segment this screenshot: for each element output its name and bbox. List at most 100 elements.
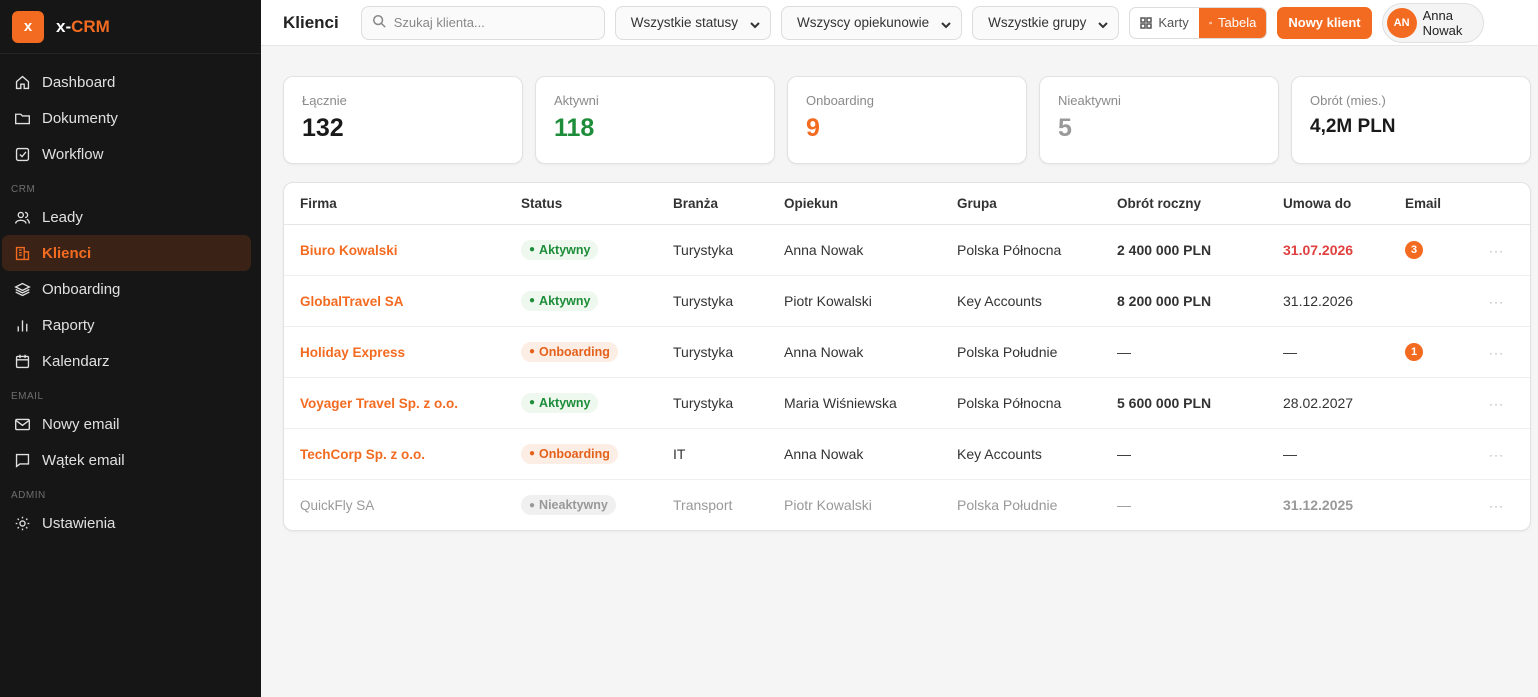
status-filter-value: Wszystkie statusy (630, 15, 739, 30)
sidebar-item-onboarding[interactable]: Onboarding (2, 271, 251, 307)
cell-obrot: — (1101, 428, 1267, 480)
firm-link[interactable]: Biuro Kowalski (300, 243, 398, 258)
more-actions-icon[interactable]: ··· (1489, 397, 1504, 411)
status-label: Nieaktywny (539, 498, 608, 512)
cell-actions: ··· (1473, 326, 1530, 378)
building-icon (12, 243, 32, 263)
more-actions-icon[interactable]: ··· (1489, 499, 1504, 513)
cell-umowa: — (1267, 428, 1389, 480)
cell-branza: Transport (673, 496, 733, 513)
firm-link[interactable]: QuickFly SA (300, 498, 374, 513)
cell-umowa: 28.02.2027 (1267, 377, 1389, 429)
table-row[interactable]: Biuro Kowalski ● Aktywny Turystyka Anna N… (284, 224, 1530, 276)
table-row[interactable]: TechCorp Sp. z o.o. ● Onboarding IT Anna … (284, 428, 1530, 480)
calendar-icon (12, 351, 32, 371)
status-label: Onboarding (539, 344, 610, 359)
sidebar-item-label: Nowy email (42, 415, 120, 433)
stat-value: 132 (302, 114, 344, 142)
stat-value: 5 (1058, 114, 1072, 142)
cell-actions: ··· (1473, 224, 1530, 276)
status-filter-select[interactable]: Wszystkie statusy (614, 5, 772, 40)
sidebar-item-klienci[interactable]: Klienci (2, 235, 251, 271)
view-table-label: Tabela (1218, 15, 1257, 30)
status-badge: ● Onboarding (521, 443, 618, 464)
sidebar-item-watek-email[interactable]: Wątek email (2, 442, 251, 478)
checkbox-icon (12, 144, 32, 164)
search-input[interactable] (393, 15, 594, 30)
cell-email (1389, 377, 1473, 429)
brand-name: x-CRM (56, 17, 110, 37)
column-header-opiekun[interactable]: Opiekun (768, 183, 941, 225)
table-header-row: Firma Status Branża Opiekun Grupa Obrót … (284, 183, 1530, 225)
owner-filter-select[interactable]: Wszyscy opiekunowie (781, 5, 963, 40)
view-table-button[interactable]: Tabela (1198, 7, 1267, 38)
column-header-grupa[interactable]: Grupa (941, 183, 1101, 225)
more-actions-icon[interactable]: ··· (1489, 244, 1504, 258)
sidebar-item-workflow[interactable]: Workflow (2, 136, 251, 172)
page-title: Klienci (283, 12, 339, 32)
sidebar-item-ustawienia[interactable]: Ustawienia (2, 505, 251, 541)
column-header-email[interactable]: Email (1389, 183, 1473, 225)
search-icon (372, 14, 386, 31)
column-header-status[interactable]: Status (505, 183, 657, 225)
sidebar-item-leady[interactable]: Leady (2, 199, 251, 235)
stat-label: Nieaktywni (1058, 93, 1121, 108)
list-icon (1208, 21, 1212, 24)
sidebar-item-label: Kalendarz (42, 352, 110, 370)
more-actions-icon[interactable]: ··· (1489, 448, 1504, 462)
view-cards-button[interactable]: Karty (1130, 8, 1198, 38)
chevron-down-icon (750, 18, 760, 28)
mail-icon (12, 414, 32, 434)
more-actions-icon[interactable]: ··· (1489, 346, 1504, 360)
sidebar-item-kalendarz[interactable]: Kalendarz (2, 343, 251, 379)
stat-value: 4,2M PLN (1310, 116, 1396, 137)
user-menu[interactable]: AN Anna Nowak (1381, 2, 1484, 43)
group-filter-select[interactable]: Wszystkie grupy (972, 5, 1120, 40)
table-row[interactable]: Holiday Express ● Onboarding Turystyka An… (284, 326, 1530, 378)
column-header-branza[interactable]: Branża (657, 183, 768, 225)
status-badge: ● Nieaktywny (521, 495, 616, 515)
status-dot-icon: ● (529, 397, 536, 409)
brand-logo: x (12, 10, 44, 43)
table-row[interactable]: Voyager Travel Sp. z o.o. ● Aktywny Turys… (284, 377, 1530, 429)
stat-card-inactive: Nieaktywni 5 (1039, 76, 1279, 164)
cell-opiekun: Maria Wiśniewska (768, 377, 941, 429)
firm-link[interactable]: GlobalTravel SA (300, 294, 404, 309)
cell-umowa: — (1267, 326, 1389, 378)
table-row[interactable]: GlobalTravel SA ● Aktywny Turystyka Piotr… (284, 275, 1530, 327)
firm-link[interactable]: Holiday Express (300, 345, 405, 360)
email-count-badge[interactable]: 1 (1405, 343, 1423, 361)
folder-icon (12, 108, 32, 128)
table-row[interactable]: QuickFly SA ● Nieaktywny Transport Piotr … (284, 479, 1530, 530)
brand-name-prefix: x- (56, 16, 72, 36)
sidebar-item-nowy-email[interactable]: Nowy email (2, 406, 251, 442)
brand[interactable]: x x-CRM (0, 0, 261, 54)
new-client-button[interactable]: Nowy klient (1277, 6, 1372, 39)
sidebar-item-dokumenty[interactable]: Dokumenty (2, 100, 251, 136)
stat-label: Aktywni (554, 93, 599, 108)
column-header-firma[interactable]: Firma (284, 183, 505, 225)
cell-actions: ··· (1473, 479, 1530, 530)
column-header-umowa[interactable]: Umowa do (1267, 183, 1389, 225)
cell-obrot: 5 600 000 PLN (1101, 377, 1267, 429)
cell-opiekun: Piotr Kowalski (768, 275, 941, 327)
firm-link[interactable]: TechCorp Sp. z o.o. (300, 447, 425, 462)
chevron-down-icon (941, 18, 951, 28)
sidebar-item-dashboard[interactable]: Dashboard (2, 64, 251, 100)
sidebar-item-label: Dashboard (42, 73, 116, 91)
sidebar-item-label: Workflow (42, 145, 104, 163)
clients-table: Firma Status Branża Opiekun Grupa Obrót … (283, 182, 1531, 531)
email-count-badge[interactable]: 3 (1405, 241, 1423, 259)
cell-obrot: 8 200 000 PLN (1101, 275, 1267, 327)
firm-link[interactable]: Voyager Travel Sp. z o.o. (300, 396, 458, 411)
cell-firma: GlobalTravel SA (284, 275, 505, 327)
cell-email (1389, 479, 1473, 530)
more-actions-icon[interactable]: ··· (1489, 295, 1504, 309)
sidebar-item-raporty[interactable]: Raporty (2, 307, 251, 343)
search-box[interactable] (360, 5, 605, 40)
stat-value: 9 (806, 114, 820, 142)
status-label: Aktywny (539, 395, 591, 410)
cell-opiekun: Anna Nowak (768, 224, 941, 276)
column-header-obrot[interactable]: Obrót roczny (1101, 183, 1267, 225)
cell-firma: QuickFly SA (284, 479, 505, 530)
